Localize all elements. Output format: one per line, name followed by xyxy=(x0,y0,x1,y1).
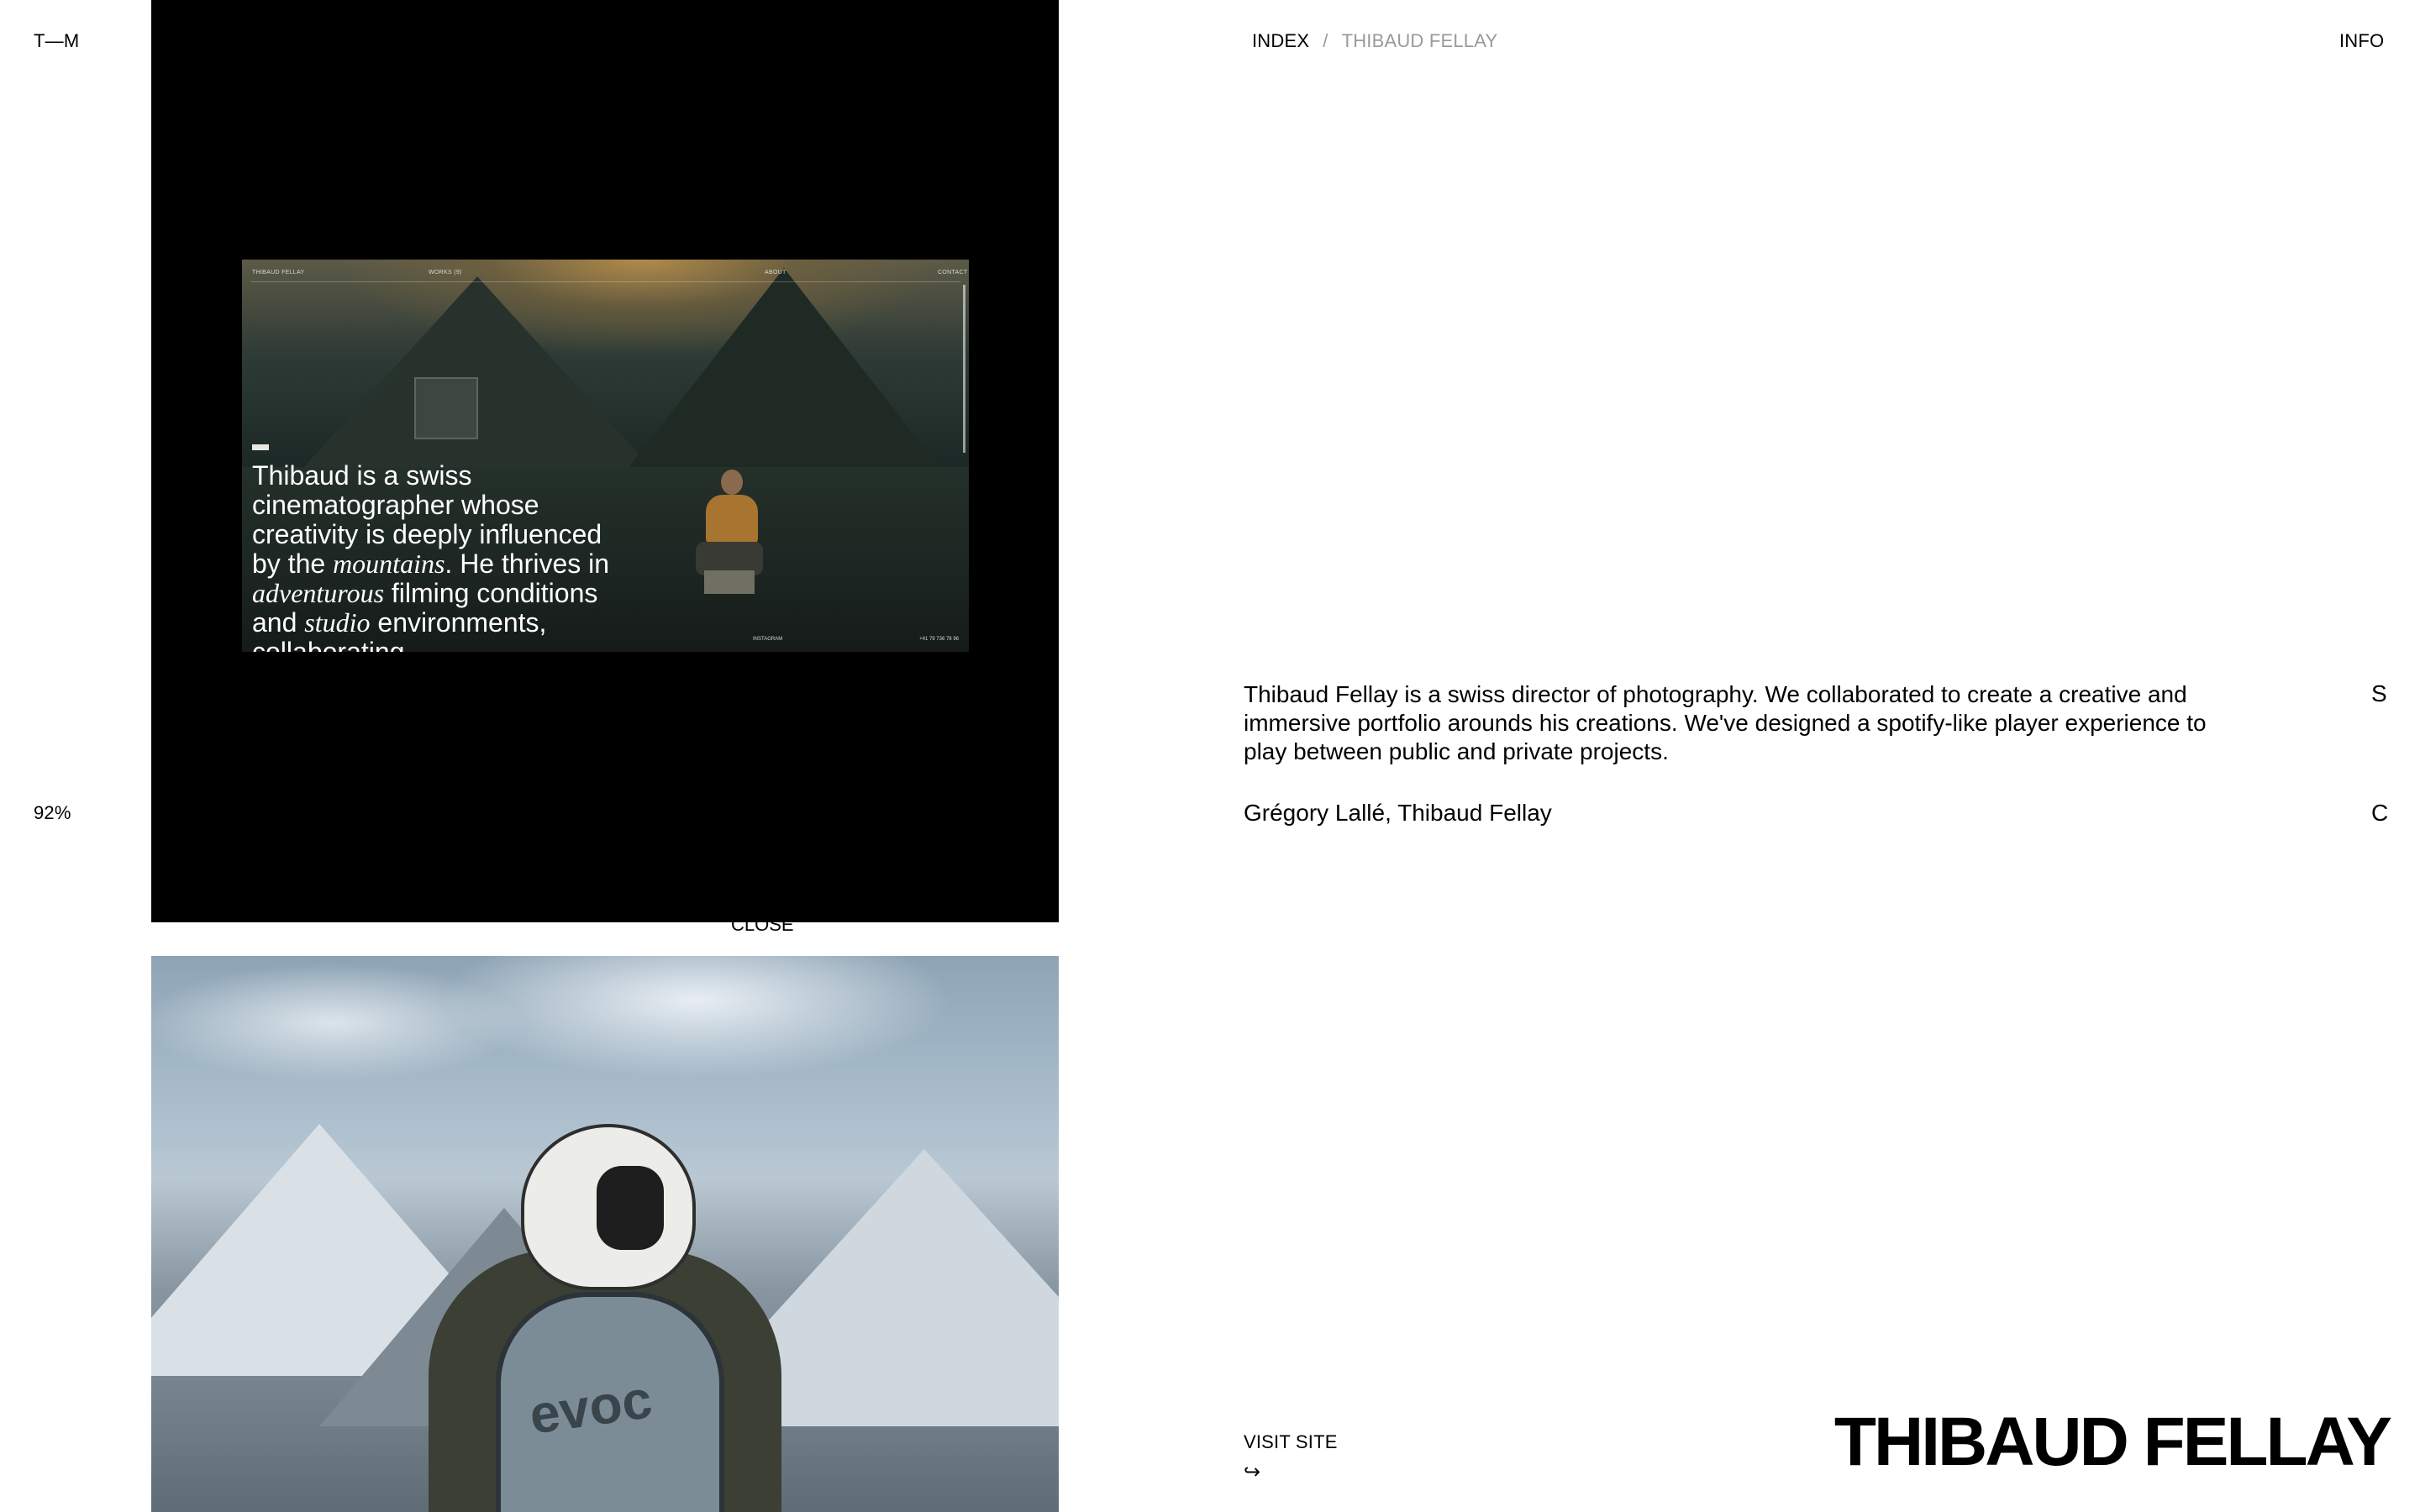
media-panel: THIBAUD FELLAY WORKS (9) ABOUT CONTACT T… xyxy=(151,0,1059,922)
preview-intro-text: Thibaud is a swiss cinematographer whose… xyxy=(252,460,610,653)
site-logo[interactable]: T—M xyxy=(34,30,79,52)
breadcrumb: INDEX / THIBAUD FELLAY xyxy=(1252,30,1497,52)
site-preview-screenshot: THIBAUD FELLAY WORKS (9) ABOUT CONTACT T… xyxy=(242,260,969,652)
preview-nav-divider xyxy=(250,281,960,282)
preview-tag xyxy=(252,444,269,450)
scroll-progress: 92% xyxy=(34,802,71,823)
project-image-skier: evoc xyxy=(151,956,1059,1512)
preview-nav-item: THIBAUD FELLAY xyxy=(252,270,305,276)
cabin xyxy=(414,377,478,439)
seated-person xyxy=(696,470,771,596)
project-credits: Grégory Lallé, Thibaud Fellay xyxy=(1244,800,1552,826)
arrow-return-icon[interactable]: ↪ xyxy=(1244,1460,1260,1484)
close-button[interactable]: CLOSE xyxy=(731,914,794,936)
visit-site-link[interactable]: VISIT SITE xyxy=(1244,1431,1338,1453)
preview-footer-phone: +41 79 736 78 96 xyxy=(919,637,959,642)
skier-figure: evoc xyxy=(429,1124,781,1512)
info-link[interactable]: INFO xyxy=(2339,30,2384,52)
credits-marker: C xyxy=(2371,800,2389,826)
project-description: Thibaud Fellay is a swiss director of ph… xyxy=(1244,681,2207,764)
preview-scrollbar xyxy=(963,285,965,453)
project-title: THIBAUD FELLAY xyxy=(1833,1404,2392,1480)
preview-nav-item: WORKS (9) xyxy=(429,270,462,276)
preview-nav-item: CONTACT xyxy=(938,270,968,276)
breadcrumb-separator: / xyxy=(1323,30,1328,51)
preview-footer-instagram: INSTAGRAM xyxy=(753,637,783,642)
description-marker: S xyxy=(2371,680,2387,706)
breadcrumb-current: THIBAUD FELLAY xyxy=(1341,30,1498,51)
preview-nav-item: ABOUT xyxy=(765,270,786,276)
breadcrumb-index-link[interactable]: INDEX xyxy=(1252,30,1309,52)
